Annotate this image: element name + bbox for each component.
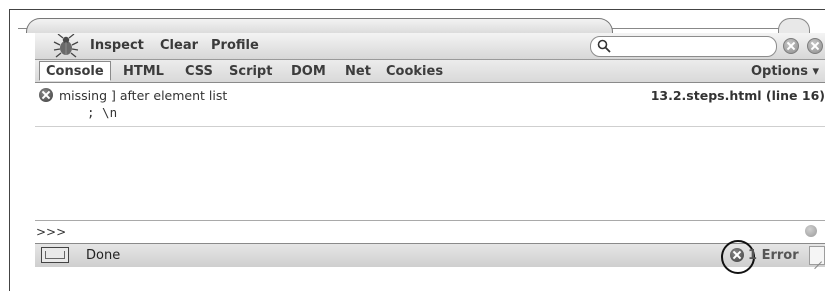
- error-count[interactable]: 1 Error: [748, 248, 799, 263]
- firebug-toolbar: Inspect Clear Profile: [35, 33, 825, 60]
- window-control-remnant: [778, 18, 810, 33]
- close-panel-icon[interactable]: [807, 38, 823, 54]
- error-source-link[interactable]: 13.2.steps.html (line 16): [651, 88, 825, 103]
- error-icon: [39, 88, 53, 102]
- search-input[interactable]: [590, 36, 777, 57]
- command-line[interactable]: >>>: [35, 220, 825, 243]
- resize-grip[interactable]: [809, 246, 825, 265]
- tab-html[interactable]: HTML: [123, 64, 164, 79]
- minimize-panel-icon[interactable]: [783, 38, 799, 54]
- address-bar-remnant: [26, 18, 613, 33]
- search-icon: [597, 39, 611, 53]
- firebug-icon[interactable]: [53, 33, 79, 58]
- clear-command-icon[interactable]: [805, 225, 817, 237]
- status-bar: Done 1 Error: [35, 240, 825, 274]
- tab-cookies[interactable]: Cookies: [386, 64, 443, 79]
- tab-dom[interactable]: DOM: [291, 64, 326, 79]
- status-error-icon[interactable]: [730, 248, 744, 262]
- error-code-snippet: ; \n: [87, 105, 118, 120]
- error-message: missing ] after element list: [59, 88, 228, 103]
- tab-css[interactable]: CSS: [185, 64, 213, 79]
- clear-button[interactable]: Clear: [160, 38, 198, 53]
- profile-button[interactable]: Profile: [211, 38, 259, 53]
- tab-console[interactable]: Console: [39, 61, 111, 81]
- console-error-entry[interactable]: missing ] after element list 13.2.steps.…: [35, 83, 825, 127]
- tab-script[interactable]: Script: [229, 64, 272, 79]
- options-menu[interactable]: Options ▾: [751, 64, 819, 79]
- tab-net[interactable]: Net: [345, 64, 371, 79]
- command-prompt: >>>: [36, 225, 67, 239]
- console-output: missing ] after element list 13.2.steps.…: [35, 83, 825, 243]
- status-text: Done: [86, 248, 121, 263]
- inspect-button[interactable]: Inspect: [90, 38, 144, 53]
- status-activity-icon[interactable]: [41, 247, 69, 263]
- top-chrome: [18, 12, 810, 33]
- panel-tabs: Console HTML CSS Script DOM Net Cookies …: [35, 60, 825, 83]
